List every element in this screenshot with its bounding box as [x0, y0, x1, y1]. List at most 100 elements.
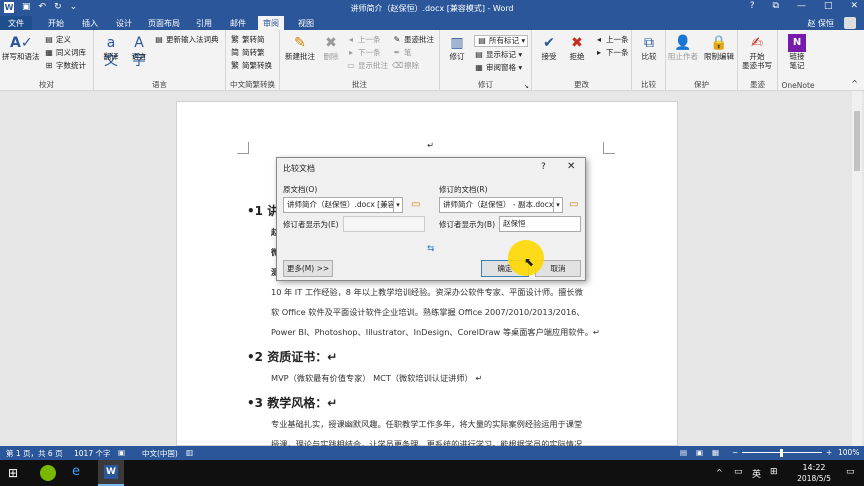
- dialog-close-button[interactable]: ✕: [567, 161, 575, 172]
- proofing-status-icon[interactable]: ▣: [118, 448, 125, 457]
- pen-button[interactable]: ✒ 笔: [392, 48, 412, 58]
- doc-line[interactable]: 专业基础扎实，授课幽默风趣。任职教学工作多年，将大量的实际案例经验运用于课堂: [271, 418, 582, 430]
- chevron-down-icon[interactable]: ▾: [393, 197, 403, 213]
- browse-folder-icon[interactable]: ▭: [411, 199, 420, 210]
- dictionary-icon: ▤: [155, 35, 163, 44]
- scrollbar-thumb[interactable]: [854, 111, 860, 171]
- next-change-button[interactable]: ▸ 下一条: [594, 48, 629, 58]
- tab-review[interactable]: 审阅: [258, 16, 284, 30]
- help-button[interactable]: ?: [750, 1, 755, 11]
- ink-comment-button[interactable]: ✎ 墨迹批注: [392, 35, 434, 45]
- define-button[interactable]: ▤ 定义: [44, 35, 71, 45]
- section-3-heading[interactable]: •3 教学风格：↵: [247, 394, 337, 411]
- prev-change-button[interactable]: ◂ 上一条: [594, 35, 629, 45]
- doc-line[interactable]: 10 年 IT 工作经验，8 年以上教学培训经验。资深办公软件专家、平面设计师。…: [271, 286, 583, 298]
- ime-indicator[interactable]: 英: [752, 467, 761, 480]
- group-language: a文 翻译 A字 语言 ▤ 更新输入法词典 语言: [94, 30, 226, 91]
- ribbon-display-button[interactable]: ⧉: [773, 1, 779, 11]
- tab-mailings[interactable]: 邮件: [230, 18, 246, 29]
- tab-layout[interactable]: 页面布局: [148, 18, 180, 29]
- language-status[interactable]: 中文(中国): [142, 448, 178, 459]
- language-button[interactable]: A字 语言: [122, 34, 156, 69]
- word-count-button[interactable]: ⊞ 字数统计: [44, 61, 86, 71]
- spelling-button[interactable]: A✓ 拼写和语法: [2, 34, 40, 61]
- zoom-slider-thumb[interactable]: [780, 449, 783, 457]
- to-simplified-button[interactable]: 繁繁转简: [230, 35, 265, 45]
- web-layout-icon[interactable]: ▦: [712, 448, 719, 457]
- restrict-editing-button[interactable]: 🔒 限制编辑: [702, 34, 736, 61]
- group-changes: ✔ 接受 ✖ 拒绝 ◂ 上一条 ▸ 下一条 更改: [532, 30, 632, 91]
- tray-expand-icon[interactable]: ^: [716, 468, 723, 477]
- reject-button[interactable]: ✖ 拒绝: [560, 34, 594, 61]
- clock-date[interactable]: 2018/5/5: [790, 474, 838, 483]
- input-mode-icon[interactable]: ⊞: [770, 467, 778, 477]
- record-macro-icon[interactable]: ▥: [186, 448, 193, 457]
- swap-documents-icon[interactable]: ⇆: [427, 244, 435, 254]
- zoom-level[interactable]: 100%: [838, 448, 859, 457]
- section-1-heading[interactable]: •1 讲: [247, 202, 279, 219]
- start-inking-button[interactable]: ✍ 开始 墨迹书写: [740, 34, 774, 70]
- browser-icon[interactable]: [40, 465, 56, 481]
- zoom-in-button[interactable]: +: [826, 448, 832, 457]
- block-authors-icon: 👤: [674, 35, 692, 51]
- start-icon[interactable]: ⊞: [8, 466, 18, 480]
- read-mode-icon[interactable]: ▤: [680, 448, 687, 457]
- print-layout-icon[interactable]: ▣: [696, 448, 703, 457]
- tab-design[interactable]: 设计: [116, 18, 132, 29]
- word-count[interactable]: 1017 个字: [74, 448, 110, 459]
- group-label: 比较: [641, 80, 656, 89]
- word-taskbar-button[interactable]: W: [98, 460, 124, 486]
- reviewing-pane-button[interactable]: ▦ 审阅窗格 ▾: [474, 63, 522, 73]
- doc-line[interactable]: MVP（微软最有价值专家） MCT（微软培训认证讲师） ↵: [271, 372, 482, 384]
- show-markup-button[interactable]: ▤ 显示标记 ▾: [474, 50, 522, 60]
- tab-references[interactable]: 引用: [196, 18, 212, 29]
- revised-document-select[interactable]: 讲师简介（赵保恒） - 副本.docx: [439, 197, 563, 213]
- tab-view[interactable]: 视图: [298, 18, 314, 29]
- notification-icon[interactable]: ▭: [846, 467, 855, 477]
- show-comments-button[interactable]: ▭ 显示批注: [346, 61, 388, 71]
- browse-folder-icon[interactable]: ▭: [569, 199, 578, 210]
- compare-button[interactable]: ⧉ 比较: [632, 34, 666, 61]
- avatar[interactable]: [844, 17, 856, 29]
- convert-button[interactable]: 繁简繁转换: [230, 61, 272, 71]
- more-options-button[interactable]: 更多(M) >>: [283, 260, 333, 277]
- next-comment-button[interactable]: ▸ 下一条: [346, 48, 381, 58]
- edge-icon[interactable]: e: [72, 464, 80, 479]
- revised-author-field[interactable]: 赵保恒: [499, 216, 581, 232]
- collapse-ribbon-icon[interactable]: ^: [851, 79, 858, 88]
- chevron-down-icon[interactable]: ▾: [553, 197, 563, 213]
- original-document-select[interactable]: 讲师简介（赵保恒）.docx [兼容: [283, 197, 403, 213]
- tab-insert[interactable]: 插入: [82, 18, 98, 29]
- linked-notes-button[interactable]: N 链接 笔记: [780, 34, 814, 70]
- prev-comment-button[interactable]: ◂ 上一条: [346, 35, 381, 45]
- page-count[interactable]: 第 1 页，共 6 页: [6, 448, 63, 459]
- doc-line[interactable]: Power BI、Photoshop、Illustrator、InDesign、…: [271, 326, 600, 338]
- group-ink: ✍ 开始 墨迹书写 墨迹: [738, 30, 778, 91]
- vertical-scrollbar[interactable]: [852, 91, 862, 446]
- thesaurus-button[interactable]: ▦ 同义词库: [44, 48, 86, 58]
- erase-button[interactable]: ⌫擦除: [392, 61, 419, 71]
- track-changes-button[interactable]: ▥ 修订: [440, 34, 474, 61]
- delete-comment-button[interactable]: ✖ 删除: [314, 34, 348, 61]
- markup-select[interactable]: ▤ 所有标记 ▾: [474, 35, 529, 47]
- original-author-field[interactable]: [343, 216, 425, 232]
- tab-file[interactable]: 文件: [0, 16, 32, 30]
- doc-line[interactable]: 软 Office 软件及平面设计软件企业培训。熟练掌握 Office 2007/…: [271, 306, 585, 318]
- maximize-button[interactable]: □: [824, 1, 833, 11]
- compare-icon: ⧉: [644, 35, 654, 51]
- update-ime-button[interactable]: ▤ 更新输入法词典: [154, 35, 218, 45]
- network-icon[interactable]: ▭: [734, 467, 743, 477]
- zoom-out-button[interactable]: −: [732, 448, 738, 457]
- section-2-heading[interactable]: •2 资质证书：↵: [247, 348, 337, 365]
- user-name[interactable]: 赵 保恒: [807, 18, 834, 29]
- mouse-pointer-icon: ⬉: [524, 255, 535, 269]
- minimize-button[interactable]: —: [797, 1, 806, 11]
- clock-time[interactable]: 14:22: [790, 463, 838, 472]
- block-authors-button[interactable]: 👤 阻止作者: [666, 34, 700, 61]
- to-traditional-button[interactable]: 简简转繁: [230, 48, 265, 58]
- close-button[interactable]: ✕: [850, 1, 858, 11]
- tab-home[interactable]: 开始: [48, 18, 64, 29]
- new-comment-button[interactable]: ✎ 新建批注: [282, 34, 318, 61]
- dialog-help-button[interactable]: ?: [541, 162, 546, 172]
- dialog-launcher-icon[interactable]: ↘: [524, 83, 529, 90]
